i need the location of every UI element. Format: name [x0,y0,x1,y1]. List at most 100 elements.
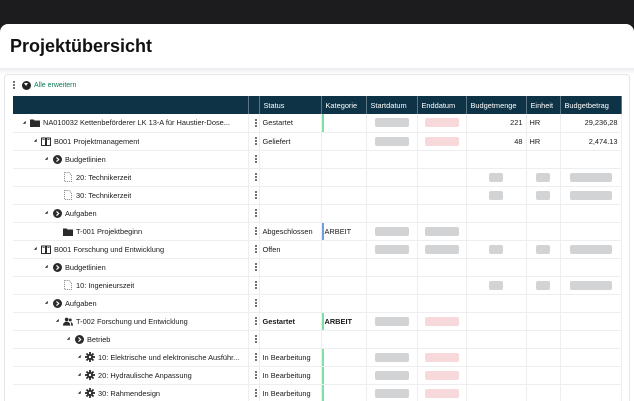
collapse-toggle-icon[interactable] [76,354,83,360]
budgetbetrag-cell[interactable] [560,222,622,241]
kategorie-cell[interactable] [321,384,367,401]
budgetmenge-cell[interactable] [466,348,527,367]
startdatum-cell[interactable] [366,168,418,187]
budgetmenge-cell[interactable] [466,240,527,259]
collapse-toggle-icon[interactable] [32,246,39,252]
budgetmenge-cell[interactable] [466,168,527,187]
kategorie-cell[interactable] [321,168,367,187]
einheit-cell[interactable] [526,186,561,205]
kategorie-cell[interactable] [321,240,367,259]
budgetmenge-cell[interactable] [466,366,527,385]
row-menu-icon[interactable] [252,389,259,397]
enddatum-cell[interactable] [417,330,467,349]
name-cell[interactable]: 20: Hydraulische Anpassung [13,366,249,385]
name-cell[interactable]: T-002 Forschung und Entwicklung [13,312,249,331]
kategorie-cell[interactable] [321,186,367,205]
table-row[interactable]: B001 Forschung und Entwicklung Offen [13,240,622,259]
table-row[interactable]: 20: Hydraulische Anpassung In Bearbeitung [13,366,622,385]
row-menu-icon[interactable] [252,137,259,145]
budgetbetrag-cell[interactable] [560,150,622,169]
einheit-cell[interactable]: HR [526,132,561,151]
einheit-cell[interactable] [526,294,561,313]
einheit-cell[interactable] [526,204,561,223]
startdatum-cell[interactable] [366,114,418,133]
einheit-cell[interactable] [526,366,561,385]
status-cell[interactable] [259,150,322,169]
budgetmenge-cell[interactable] [466,294,527,313]
einheit-cell[interactable]: HR [526,114,561,133]
name-cell[interactable]: Budgetlinien [13,150,249,169]
row-menu-icon[interactable] [252,263,259,271]
enddatum-cell[interactable] [417,222,467,241]
enddatum-cell[interactable] [417,240,467,259]
kategorie-cell[interactable] [321,258,367,277]
column-header-name[interactable] [13,96,249,114]
budgetbetrag-cell[interactable] [560,204,622,223]
table-row[interactable]: Budgetlinien [13,258,622,277]
name-cell[interactable]: Budgetlinien [13,258,249,277]
expand-all-button[interactable]: Alle erweitern [22,80,76,90]
budgetbetrag-cell[interactable] [560,348,622,367]
kategorie-cell[interactable]: ARBEIT [321,312,367,331]
budgetmenge-cell[interactable]: 48 [466,132,527,151]
budgetmenge-cell[interactable] [466,204,527,223]
budgetbetrag-cell[interactable] [560,384,622,401]
enddatum-cell[interactable] [417,312,467,331]
budgetbetrag-cell[interactable] [560,168,622,187]
table-row[interactable]: 20: Technikerzeit [13,168,622,187]
kategorie-cell[interactable] [321,348,367,367]
status-cell[interactable]: Gestartet [259,114,322,133]
einheit-cell[interactable] [526,348,561,367]
startdatum-cell[interactable] [366,384,418,401]
row-menu-cell[interactable] [248,366,260,385]
row-menu-cell[interactable] [248,384,260,401]
enddatum-cell[interactable] [417,348,467,367]
budgetmenge-cell[interactable] [466,258,527,277]
name-cell[interactable]: B001 Forschung und Entwicklung [13,240,249,259]
name-cell[interactable]: Aufgaben [13,204,249,223]
enddatum-cell[interactable] [417,186,467,205]
row-menu-icon[interactable] [252,118,259,127]
einheit-cell[interactable] [526,240,561,259]
startdatum-cell[interactable] [366,348,418,367]
startdatum-cell[interactable] [366,186,418,205]
table-row[interactable]: NA010032 Kettenbeförderer LK 13-A für Ha… [13,114,622,133]
status-cell[interactable]: In Bearbeitung [259,384,322,401]
budgetmenge-cell[interactable] [466,312,527,331]
row-menu-icon[interactable] [252,191,259,199]
enddatum-cell[interactable] [417,204,467,223]
table-row[interactable]: 10: Elektrische und elektronische Ausfüh… [13,348,622,367]
collapse-toggle-icon[interactable] [54,318,61,324]
row-menu-icon[interactable] [252,209,259,217]
budgetmenge-cell[interactable]: 221 [466,114,527,133]
row-menu-icon[interactable] [252,227,259,235]
kategorie-cell[interactable] [321,276,367,295]
status-cell[interactable] [259,294,322,313]
kategorie-cell[interactable] [321,204,367,223]
kategorie-cell[interactable] [321,366,367,385]
enddatum-cell[interactable] [417,132,467,151]
startdatum-cell[interactable] [366,204,418,223]
enddatum-cell[interactable] [417,384,467,401]
startdatum-cell[interactable] [366,294,418,313]
row-menu-icon[interactable] [252,353,259,361]
budgetbetrag-cell[interactable] [560,276,622,295]
budgetmenge-cell[interactable] [466,276,527,295]
row-menu-cell[interactable] [248,258,260,277]
column-header-budgetbetrag[interactable]: Budgetbetrag [560,96,622,114]
collapse-toggle-icon[interactable] [32,138,39,144]
name-cell[interactable]: 30: Rahmendesign [13,384,249,401]
collapse-toggle-icon[interactable] [43,300,50,306]
table-row[interactable]: Aufgaben [13,294,622,313]
budgetmenge-cell[interactable] [466,384,527,401]
row-menu-cell[interactable] [248,312,260,331]
einheit-cell[interactable] [526,150,561,169]
budgetmenge-cell[interactable] [466,186,527,205]
status-cell[interactable]: Offen [259,240,322,259]
table-row[interactable]: 30: Rahmendesign In Bearbeitung [13,384,622,401]
row-menu-cell[interactable] [248,204,260,223]
startdatum-cell[interactable] [366,222,418,241]
startdatum-cell[interactable] [366,132,418,151]
budgetbetrag-cell[interactable] [560,294,622,313]
column-header-enddatum[interactable]: Enddatum [417,96,467,114]
